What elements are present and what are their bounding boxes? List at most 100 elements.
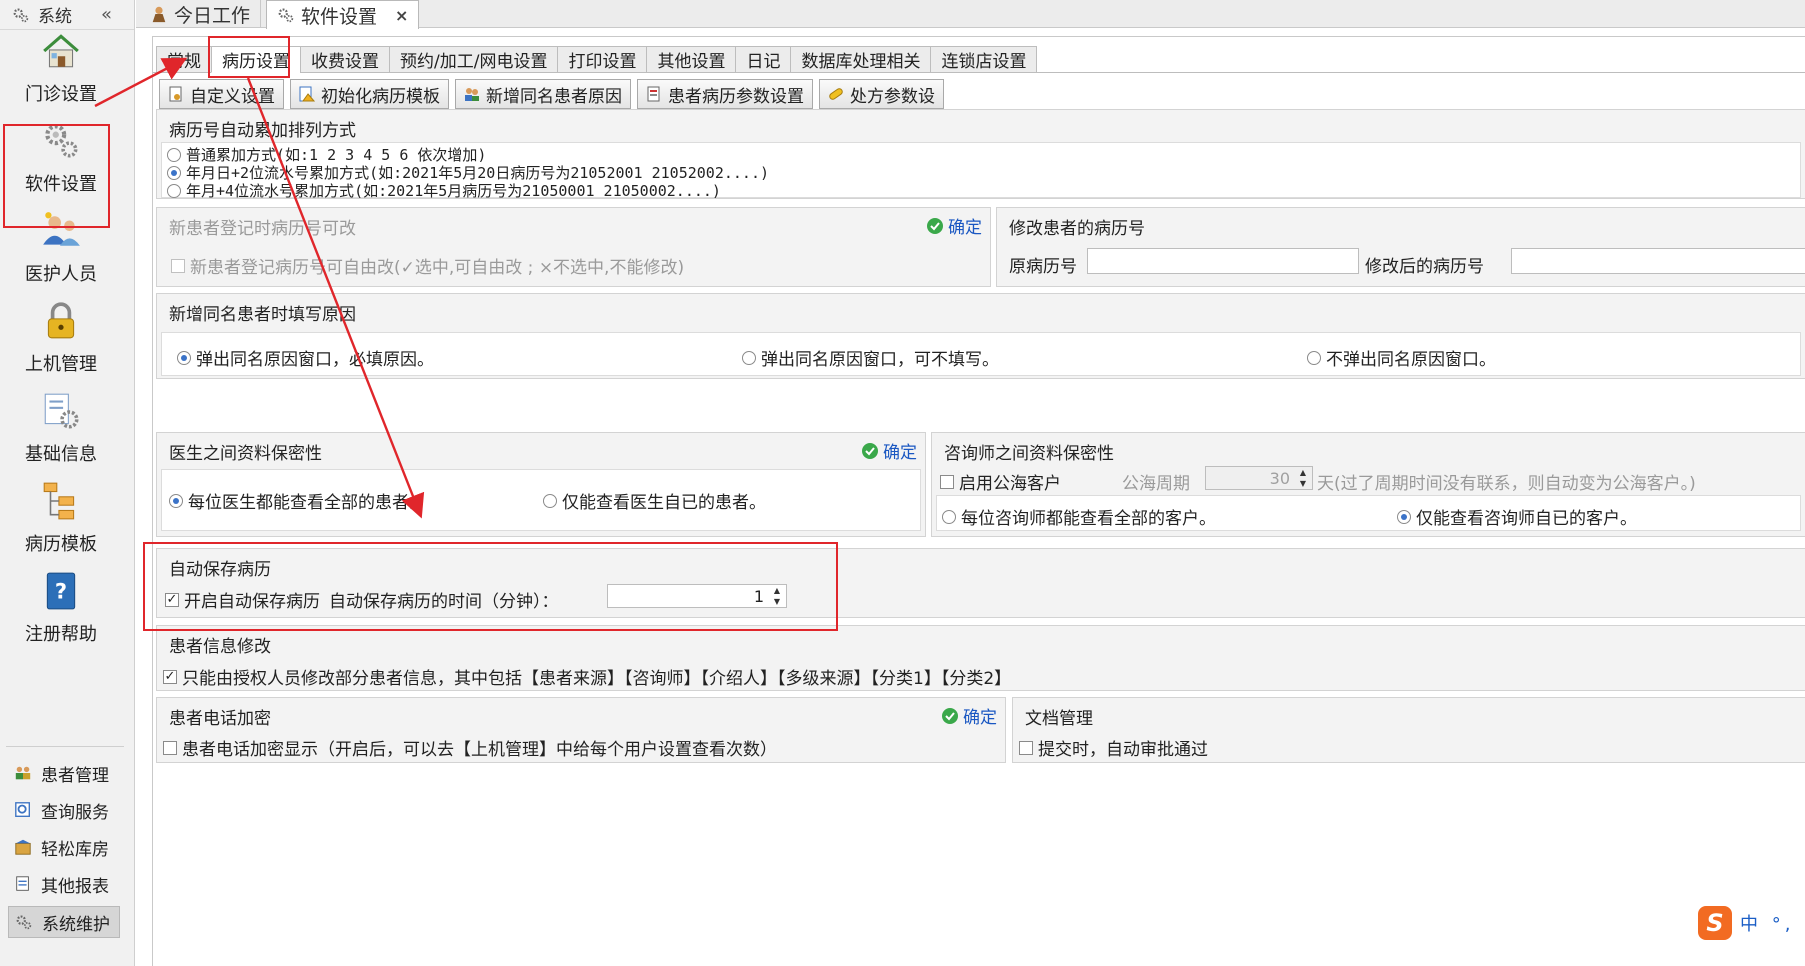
tab-software-settings[interactable]: 软件设置 × (266, 0, 420, 29)
consultant-option-own[interactable]: 仅能查看咨询师自已的客户。 (1397, 504, 1637, 529)
spinner-arrows[interactable]: ▲ ▼ (1296, 468, 1310, 488)
nav-easy-warehouse[interactable]: 轻松库房 (8, 831, 120, 863)
nav-software-settings[interactable]: 软件设置 (0, 110, 122, 200)
subtab-appointment-settings[interactable]: 预约/加工/网电设置 (389, 46, 558, 73)
nav-other-reports[interactable]: 其他报表 (8, 868, 120, 900)
subtab-chain-store[interactable]: 连锁店设置 (930, 46, 1038, 73)
checkbox[interactable]: ✓ (163, 669, 177, 684)
checkbox[interactable] (163, 740, 177, 755)
check-circle-icon (862, 442, 878, 459)
doctor-privacy-group: 医生之间资料保密性 确定 每位医生都能查看全部的患者。 仅能查看医生自已的患者。 (156, 432, 926, 537)
checkbox[interactable]: ✓ (165, 592, 179, 607)
same-name-group: 新增同名患者时填写原因 弹出同名原因窗口，必填原因。 弹出同名原因窗口，可不填写… (156, 293, 1805, 379)
option-label: 每位咨询师都能查看全部的客户。 (961, 509, 1216, 529)
radio-button[interactable] (167, 147, 181, 162)
group-title: 新患者登记时病历号可改 (169, 219, 356, 239)
subtab-diary[interactable]: 日记 (735, 46, 791, 73)
record-params-button[interactable]: 患者病历参数设置 (637, 79, 813, 109)
checkbox[interactable] (171, 258, 185, 273)
radio-button[interactable] (177, 350, 191, 365)
subtab-charge-settings[interactable]: 收费设置 (300, 46, 389, 73)
radio-button[interactable] (167, 165, 181, 180)
subtab-record-settings[interactable]: 病历设置 (211, 46, 300, 73)
group-title: 患者信息修改 (169, 637, 271, 657)
info-gear-icon (44, 393, 79, 429)
checkbox[interactable] (940, 474, 954, 489)
nav-medical-staff[interactable]: 医护人员 (0, 200, 122, 290)
doctor-option-own[interactable]: 仅能查看医生自已的患者。 (543, 488, 766, 513)
public-cycle-label: 公海周期 (1122, 474, 1190, 494)
radio-button[interactable] (742, 350, 756, 365)
radio-button[interactable] (942, 509, 956, 524)
checkbox[interactable] (1019, 740, 1033, 755)
checkbox-label: 开启自动保存病历 (184, 592, 320, 612)
public-cycle-spinner[interactable]: 30 ▲ ▼ (1205, 466, 1313, 490)
checkbox-label: 新患者登记病历号可自由改(✓选中,可自由改 ; ×不选中,不能修改) (190, 258, 685, 278)
button-label: 处方参数设 (850, 86, 935, 107)
new-record-input[interactable] (1511, 248, 1805, 274)
doc-manage-checkbox[interactable]: 提交时，自动审批通过 (1019, 735, 1208, 760)
nav-label: 上机管理 (25, 354, 97, 375)
spinner-arrows[interactable]: ▲ ▼ (770, 586, 784, 606)
same-name-option-required[interactable]: 弹出同名原因窗口，必填原因。 (177, 345, 434, 370)
original-record-input[interactable] (1087, 248, 1359, 274)
record-doc-icon (647, 86, 660, 102)
nav-label: 其他报表 (41, 876, 109, 897)
work-icon (152, 6, 166, 23)
same-name-option-optional[interactable]: 弹出同名原因窗口，可不填写。 (742, 345, 999, 370)
consultant-option-all[interactable]: 每位咨询师都能查看全部的客户。 (942, 504, 1216, 529)
confirm-label: 确定 (883, 443, 917, 463)
ime-indicator[interactable]: S 中 °, (1698, 906, 1805, 940)
nav-clinic-settings[interactable]: 门诊设置 (0, 20, 122, 110)
nav-query-service[interactable]: 查询服务 (8, 794, 120, 826)
order-option-ym[interactable]: 年月+4位流水号累加方式(如:2021年5月病历号为21050001 21050… (167, 180, 721, 201)
init-template-button[interactable]: 初始化病历模板 (290, 79, 449, 109)
doctor-option-all[interactable]: 每位医生都能查看全部的患者。 (169, 488, 426, 513)
new-patient-edit-checkbox[interactable]: 新患者登记病历号可自由改(✓选中,可自由改 ; ×不选中,不能修改) (171, 253, 684, 278)
option-label: 仅能查看咨询师自已的客户。 (1416, 509, 1637, 529)
option-label: 每位医生都能查看全部的患者。 (188, 493, 426, 513)
tab-today-work[interactable]: 今日工作 (140, 0, 262, 28)
nav-basic-info[interactable]: 基础信息 (0, 380, 122, 470)
confirm-button[interactable]: 确定 (861, 438, 917, 463)
public-cycle-suffix: 天(过了周期时间没有联系，则自动变为公海客户。) (1317, 474, 1696, 494)
public-customer-checkbox[interactable]: 启用公海客户 (940, 469, 1061, 494)
radio-button[interactable] (1397, 509, 1411, 524)
checkbox-label: 提交时，自动审批通过 (1038, 740, 1208, 760)
prescription-params-button[interactable]: 处方参数设 (819, 79, 944, 109)
auto-save-checkbox[interactable]: ✓ 开启自动保存病历 (165, 587, 320, 612)
auto-save-time-spinner[interactable]: 1 ▲ ▼ (607, 584, 787, 608)
custom-settings-button[interactable]: 自定义设置 (159, 79, 284, 109)
subtab-database[interactable]: 数据库处理相关 (790, 46, 931, 73)
radio-button[interactable] (167, 183, 181, 198)
nav-system-maintenance[interactable]: 系统维护 (8, 906, 120, 938)
close-icon[interactable]: × (395, 6, 408, 25)
nav-register-help[interactable]: ? 注册帮助 (0, 560, 122, 650)
auto-save-time-label: 自动保存病历的时间（分钟）： (329, 592, 559, 612)
same-name-option-none[interactable]: 不弹出同名原因窗口。 (1307, 345, 1496, 370)
group-title: 咨询师之间资料保密性 (944, 444, 1114, 464)
nav-patient-management[interactable]: 患者管理 (8, 757, 120, 789)
phone-encrypt-checkbox[interactable]: 患者电话加密显示（开启后，可以去【上机管理】中给每个用户设置查看次数） (163, 735, 777, 760)
patient-edit-checkbox[interactable]: ✓ 只能由授权人员修改部分患者信息，其中包括【患者来源】【咨询师】【介绍人】【多… (163, 664, 1011, 689)
check-circle-icon (942, 707, 958, 724)
confirm-button[interactable]: 确定 (941, 703, 997, 728)
subtab-print-settings[interactable]: 打印设置 (557, 46, 647, 73)
nav-label: 基础信息 (25, 444, 97, 465)
group-title: 文档管理 (1025, 709, 1093, 729)
radio-button[interactable] (543, 493, 557, 508)
radio-button[interactable] (1307, 350, 1321, 365)
new-patient-edit-group: 新患者登记时病历号可改 确定 新患者登记病历号可自由改(✓选中,可自由改 ; ×… (156, 207, 991, 287)
sidebar-divider (6, 746, 124, 747)
document-tabs: 今日工作 软件设置 × (136, 0, 1805, 29)
nav-login-management[interactable]: 上机管理 (0, 290, 122, 380)
gear-icon (278, 8, 294, 23)
radio-button[interactable] (169, 493, 183, 508)
subtab-other-settings[interactable]: 其他设置 (646, 46, 736, 73)
staff-icon (43, 212, 80, 246)
confirm-button[interactable]: 确定 (926, 213, 982, 238)
consultant-privacy-group: 咨询师之间资料保密性 启用公海客户 公海周期 30 ▲ ▼ 天(过了周期时间没有联… (931, 432, 1805, 537)
nav-record-templates[interactable]: 病历模板 (0, 470, 122, 560)
subtab-general[interactable]: 常规 (156, 46, 211, 73)
same-name-reason-button[interactable]: 新增同名患者原因 (455, 79, 631, 109)
